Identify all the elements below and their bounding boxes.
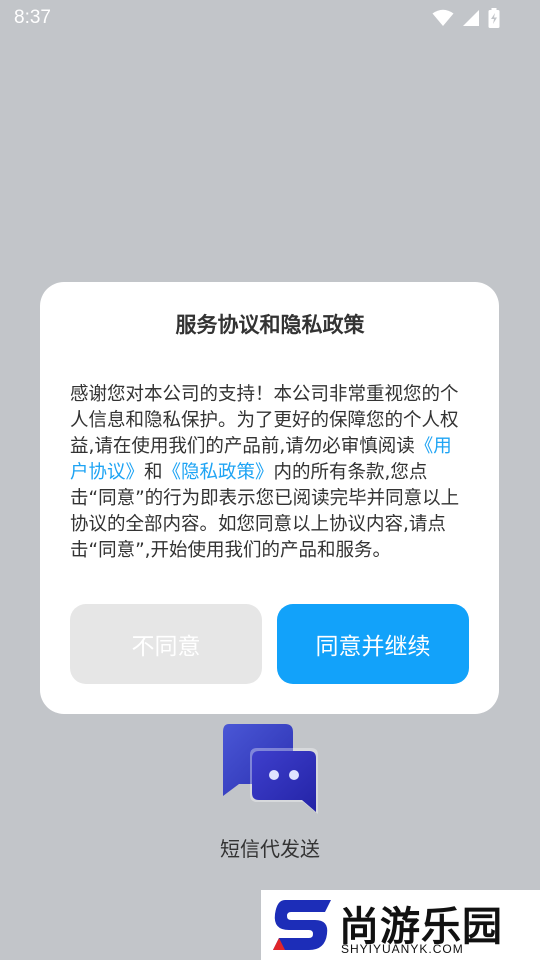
dialog-body: 感谢您对本公司的支持！本公司非常重视您的个人信息和隐私保护。为了更好的保障您的个… <box>70 382 470 564</box>
signal-icon <box>462 9 480 27</box>
wifi-icon <box>432 9 454 27</box>
status-icons <box>432 8 500 28</box>
status-time: 8:37 <box>14 7 51 28</box>
dialog-title: 服务协议和隐私政策 <box>175 313 365 337</box>
privacy-policy-link[interactable]: 《隐私政策》 <box>163 462 274 483</box>
disagree-button[interactable]: 不同意 <box>70 604 262 684</box>
agree-continue-button[interactable]: 同意并继续 <box>277 604 469 684</box>
battery-charging-icon <box>488 8 500 28</box>
chat-bubbles-icon <box>221 724 319 818</box>
app-logo <box>221 724 319 814</box>
watermark: 尚游乐园 SHYIYUANYK.COM <box>261 890 540 960</box>
watermark-url: SHYIYUANYK.COM <box>341 942 464 956</box>
s-logo-icon <box>271 894 335 960</box>
dialog-body-intro: 感谢您对本公司的支持！本公司非常重视您的个人信息和隐私保护。为了更好的保障您的个… <box>70 384 459 457</box>
status-bar: 8:37 <box>0 0 540 38</box>
dialog-body-and: 和 <box>144 462 163 483</box>
app-name: 短信代发送 <box>220 837 320 861</box>
